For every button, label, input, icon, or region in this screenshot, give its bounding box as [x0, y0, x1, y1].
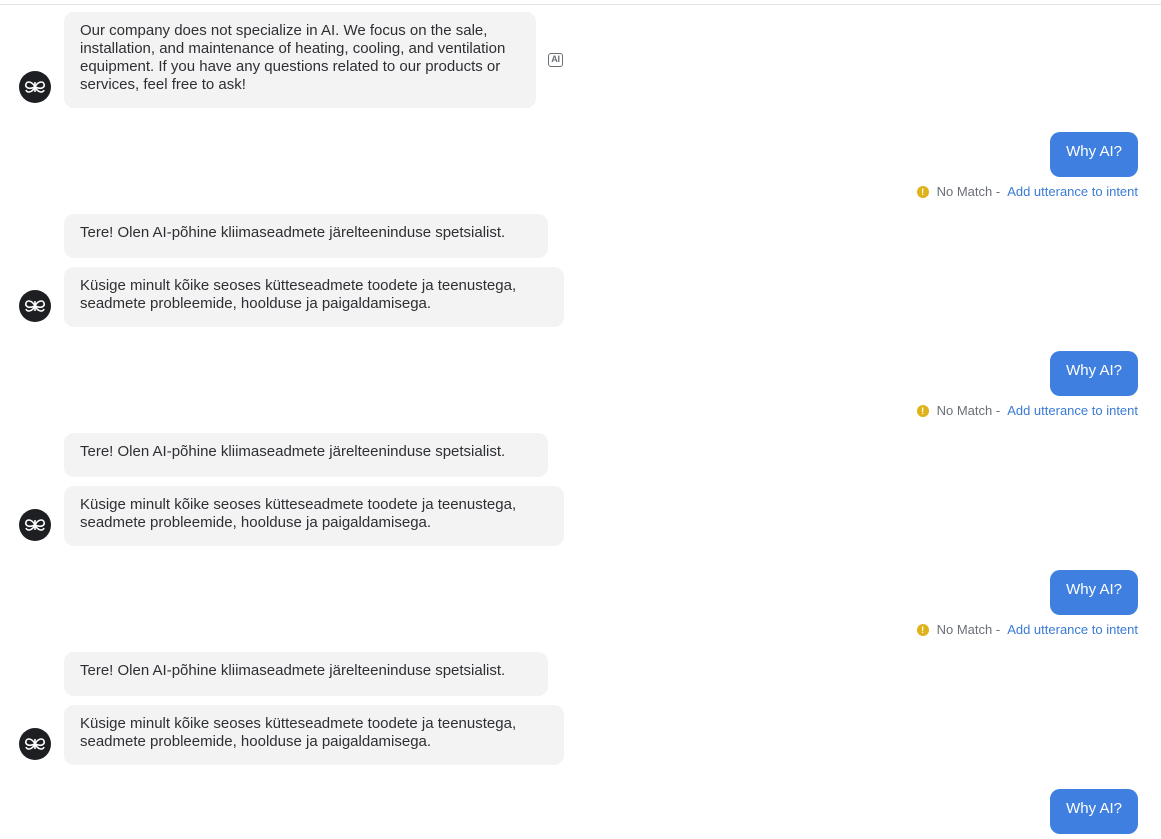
bot-message: Küsige minult kõike seoses kütteseadmete…	[64, 486, 564, 546]
bot-message: Tere! Olen AI-põhine kliimaseadmete järe…	[64, 652, 548, 696]
no-match-label: No Match -	[936, 622, 1001, 637]
ai-generated-icon[interactable]: AI	[548, 53, 563, 67]
bot-message: Küsige minult kõike seoses kütteseadmete…	[64, 705, 564, 765]
user-message: Why AI?	[1050, 789, 1138, 834]
bot-message-text: Küsige minult kõike seoses kütteseadmete…	[80, 715, 517, 750]
user-message-text: Why AI?	[1066, 143, 1122, 160]
warning-icon: !	[916, 405, 929, 417]
user-message: Why AI?	[1050, 351, 1138, 396]
bot-message-text: Tere! Olen AI-põhine kliimaseadmete järe…	[80, 443, 506, 460]
match-status: ! No Match - Add utterance to intent	[916, 403, 1138, 419]
user-message: Why AI?	[1050, 132, 1138, 177]
warning-icon: !	[916, 186, 929, 198]
add-utterance-link[interactable]: Add utterance to intent	[1007, 622, 1138, 638]
bot-message-text: Küsige minult kõike seoses kütteseadmete…	[80, 496, 517, 531]
user-message-text: Why AI?	[1066, 800, 1122, 817]
bot-message-text: Tere! Olen AI-põhine kliimaseadmete järe…	[80, 662, 506, 679]
bot-avatar-icon	[19, 290, 51, 322]
add-utterance-link[interactable]: Add utterance to intent	[1007, 184, 1138, 200]
bot-message-text: Our company does not specialize in AI. W…	[80, 22, 506, 93]
bot-avatar-icon	[19, 728, 51, 760]
match-status: ! No Match - Add utterance to intent	[916, 184, 1138, 200]
no-match-label: No Match -	[936, 403, 1001, 418]
bot-message-text: Tere! Olen AI-põhine kliimaseadmete järe…	[80, 224, 506, 241]
bot-avatar-icon	[19, 71, 51, 103]
chat-transcript: Our company does not specialize in AI. W…	[0, 0, 1161, 839]
no-match-label: No Match -	[936, 184, 1001, 199]
bot-avatar-icon	[19, 509, 51, 541]
bot-message: Our company does not specialize in AI. W…	[64, 12, 536, 108]
match-status: ! No Match - Add utterance to intent	[916, 622, 1138, 638]
warning-icon: !	[916, 624, 929, 636]
bot-message-text: Küsige minult kõike seoses kütteseadmete…	[80, 277, 517, 312]
add-utterance-link[interactable]: Add utterance to intent	[1007, 403, 1138, 419]
user-message-text: Why AI?	[1066, 581, 1122, 598]
bot-message: Küsige minult kõike seoses kütteseadmete…	[64, 267, 564, 327]
user-message-text: Why AI?	[1066, 362, 1122, 379]
bot-message: Tere! Olen AI-põhine kliimaseadmete järe…	[64, 214, 548, 258]
bot-message: Tere! Olen AI-põhine kliimaseadmete järe…	[64, 433, 548, 477]
user-message: Why AI?	[1050, 570, 1138, 615]
